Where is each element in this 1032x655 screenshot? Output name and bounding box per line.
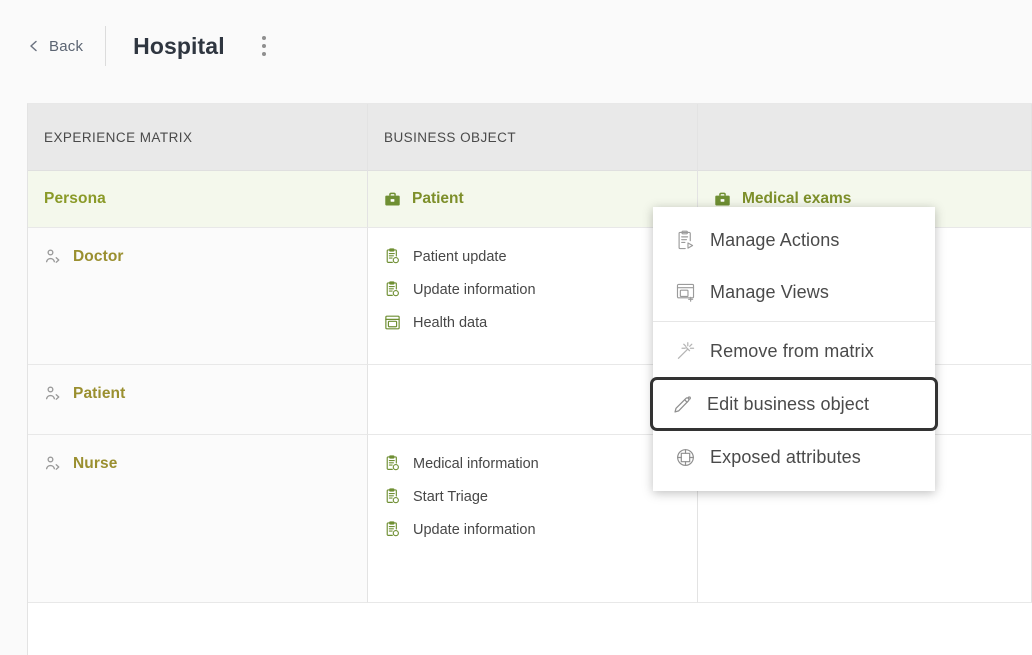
persona-cell-nurse[interactable]: Nurse xyxy=(28,435,368,603)
kebab-dot xyxy=(261,52,266,56)
matrix-cell-doctor-patient: Patient update Update information Health… xyxy=(368,228,698,365)
kebab-dot xyxy=(261,44,266,48)
matrix-cell-patient-patient xyxy=(368,365,698,435)
menu-item-label: Manage Actions xyxy=(710,229,840,250)
menu-item-exposed-attributes[interactable]: Exposed attributes xyxy=(653,431,935,483)
persona-label: Patient xyxy=(73,385,126,402)
chevron-left-icon xyxy=(28,40,40,52)
menu-item-label: Edit business object xyxy=(707,393,870,414)
toolbar-divider xyxy=(105,26,107,66)
more-vertical-icon[interactable] xyxy=(251,31,277,61)
menu-item-manage-actions[interactable]: Manage Actions xyxy=(653,214,935,266)
menu-item-label: Exposed attributes xyxy=(710,446,861,467)
header-business-object: BUSINESS OBJECT xyxy=(368,104,698,171)
persona-icon xyxy=(44,385,62,403)
list-item-label: Health data xyxy=(413,314,488,331)
back-button[interactable]: Back xyxy=(28,38,83,55)
list-item-label: Start Triage xyxy=(413,488,488,505)
matrix-cell-nurse-patient: Medical information Start Triage Update … xyxy=(368,435,698,603)
business-object-context-menu: Manage Actions Manage Views Remove from … xyxy=(650,207,938,491)
menu-item-edit-business-object[interactable]: Edit business object xyxy=(650,377,938,431)
pencil-icon xyxy=(672,394,693,415)
business-object-label: Medical exams xyxy=(742,190,852,207)
list-item[interactable]: Start Triage xyxy=(384,488,681,505)
header-business-object-2 xyxy=(698,104,1032,171)
menu-divider xyxy=(653,321,935,322)
action-clipboard-icon xyxy=(384,488,401,505)
list-item[interactable]: Update information xyxy=(384,521,681,538)
list-item-label: Update information xyxy=(413,521,536,538)
persona-label: Doctor xyxy=(73,248,124,265)
persona-cell-doctor[interactable]: Doctor xyxy=(28,228,368,365)
top-bar: Back Hospital xyxy=(0,0,1032,92)
menu-item-label: Remove from matrix xyxy=(710,340,874,361)
persona-icon xyxy=(44,248,62,266)
list-item[interactable]: Update information xyxy=(384,281,681,298)
manage-actions-icon xyxy=(675,230,696,251)
persona-cell-patient[interactable]: Patient xyxy=(28,365,368,435)
magic-wand-icon xyxy=(675,341,696,362)
manage-views-icon xyxy=(675,282,696,303)
business-object-label: Patient xyxy=(412,190,464,207)
briefcase-icon xyxy=(384,191,401,208)
subheader-persona-label: Persona xyxy=(44,190,106,207)
list-item-label: Update information xyxy=(413,281,536,298)
briefcase-icon xyxy=(714,191,731,208)
subheader-persona: Persona xyxy=(28,171,368,228)
kebab-dot xyxy=(261,36,266,40)
matrix-header-row: EXPERIENCE MATRIX BUSINESS OBJECT xyxy=(28,104,1032,171)
list-item[interactable]: Medical information xyxy=(384,455,681,472)
header-experience-matrix: EXPERIENCE MATRIX xyxy=(28,104,368,171)
header-experience-matrix-label: EXPERIENCE MATRIX xyxy=(44,129,193,145)
view-window-icon xyxy=(384,314,401,331)
business-object-patient[interactable]: Patient xyxy=(368,171,698,228)
list-item[interactable]: Patient update xyxy=(384,248,681,265)
back-label: Back xyxy=(49,37,84,55)
menu-item-label: Manage Views xyxy=(710,281,829,302)
exposed-attributes-icon xyxy=(675,447,696,468)
action-clipboard-icon xyxy=(384,248,401,265)
persona-label: Nurse xyxy=(73,455,118,472)
list-item[interactable]: Health data xyxy=(384,314,681,331)
list-item-label: Patient update xyxy=(413,248,507,265)
action-clipboard-icon xyxy=(384,281,401,298)
header-business-object-label: BUSINESS OBJECT xyxy=(384,129,517,145)
persona-icon xyxy=(44,455,62,473)
action-clipboard-icon xyxy=(384,455,401,472)
list-item-label: Medical information xyxy=(413,455,539,472)
action-clipboard-icon xyxy=(384,521,401,538)
menu-item-manage-views[interactable]: Manage Views xyxy=(653,266,935,318)
page-title: Hospital xyxy=(133,32,225,59)
menu-item-remove-from-matrix[interactable]: Remove from matrix xyxy=(653,325,935,377)
